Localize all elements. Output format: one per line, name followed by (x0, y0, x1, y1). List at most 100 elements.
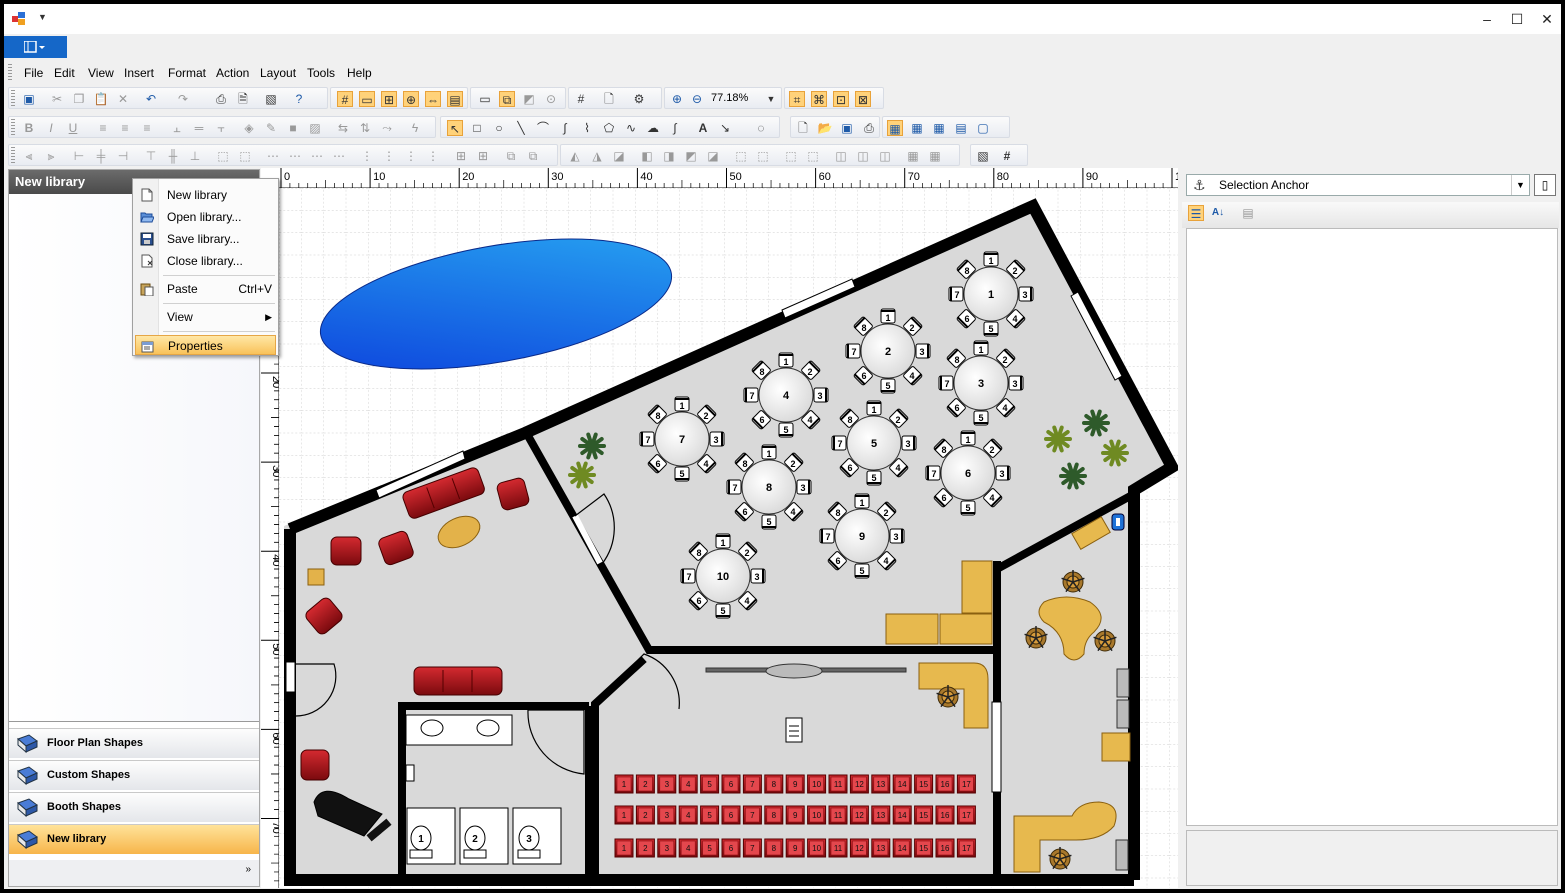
round-table[interactable]: 1 2 3 4 5 6 7 8 4 (743, 352, 829, 438)
menu-layout[interactable]: Layout (260, 66, 296, 80)
ellipse-tool-icon[interactable]: ○ (491, 120, 507, 136)
line-tool-icon[interactable]: ╲ (513, 120, 529, 136)
theater-seat[interactable]: 2 (635, 838, 655, 858)
print-document-icon[interactable]: ⎙ (861, 120, 877, 136)
polyline-tool-icon[interactable]: ⌇ (579, 120, 595, 136)
image-icon[interactable]: ▧ (975, 148, 991, 164)
property-pages-button[interactable]: ▯ (1534, 174, 1556, 196)
resize-fit-icon[interactable]: ⬚ (755, 148, 771, 164)
theater-seat[interactable]: 15 (914, 774, 934, 794)
status-panel-icon[interactable]: ▢ (975, 120, 991, 136)
context-menu-save-library[interactable]: Save library... (135, 229, 276, 249)
text-tool-icon[interactable]: A (695, 120, 711, 136)
context-menu-open-library[interactable]: Open library... (135, 207, 276, 227)
pointer-tool-icon[interactable]: ↖ (447, 120, 463, 136)
context-menu-close-library[interactable]: Close library... (135, 251, 276, 271)
lightning-icon[interactable]: ϟ (407, 120, 423, 136)
application-menu-button[interactable] (4, 36, 67, 58)
theater-seat[interactable]: 2 (635, 774, 655, 794)
save-icon[interactable]: ▣ (21, 91, 37, 107)
edit-points-icon[interactable]: ⌗ (789, 91, 805, 107)
fill-color-icon[interactable]: ◈ (241, 120, 257, 136)
theater-seat[interactable]: 15 (914, 805, 934, 825)
theater-seat[interactable]: 10 (807, 774, 827, 794)
theater-seat[interactable]: 10 (807, 838, 827, 858)
context-menu-view[interactable]: View ▶ (135, 307, 276, 327)
seat-row[interactable]: 1 2 3 4 5 6 7 8 9 10 11 12 13 14 15 16 17 (614, 805, 976, 825)
theater-seat[interactable]: 4 (678, 774, 698, 794)
menu-file[interactable]: File (24, 66, 43, 80)
closed-curve-tool-icon[interactable]: ☁ (645, 120, 661, 136)
bring-front-icon[interactable]: ◧ (639, 148, 655, 164)
align-middle-icon[interactable]: ═ (191, 120, 207, 136)
line-begin-icon[interactable]: ⇆ (335, 120, 351, 136)
arc-tool-icon[interactable]: ⌒ (535, 120, 551, 136)
menu-edit[interactable]: Edit (54, 66, 75, 80)
skew-icon[interactable]: ◮ (589, 148, 605, 164)
intersect-icon[interactable]: ◫ (833, 148, 849, 164)
theater-seat[interactable]: 1 (614, 774, 634, 794)
theater-seat[interactable]: 9 (785, 774, 805, 794)
overview-panel-icon[interactable]: ▦ (909, 120, 925, 136)
space-even-icon[interactable]: ⋯ (287, 148, 303, 164)
theater-seat[interactable]: 9 (785, 805, 805, 825)
rotate-icon[interactable]: ◪ (611, 148, 627, 164)
align-center-v-icon[interactable]: ╫ (165, 148, 181, 164)
theater-seat[interactable]: 16 (935, 774, 955, 794)
toolbar-grip[interactable] (8, 64, 12, 82)
guides-toggle-icon[interactable]: ⊞ (381, 91, 397, 107)
info-marker[interactable] (1111, 513, 1125, 531)
fragment-icon[interactable]: ▦ (905, 148, 921, 164)
side-table[interactable] (307, 568, 325, 586)
sofa[interactable] (413, 666, 503, 696)
theater-seat[interactable]: 9 (785, 838, 805, 858)
round-table[interactable]: 1 2 3 4 5 6 7 8 2 (845, 308, 931, 394)
theater-seat[interactable]: 16 (935, 805, 955, 825)
bezier-tool-icon[interactable]: ∿ (623, 120, 639, 136)
zoom-in-icon[interactable]: ⊕ (669, 91, 685, 107)
rectangle-tool-icon[interactable]: □ (469, 120, 485, 136)
ruler-toggle-icon[interactable]: ▭ (359, 91, 375, 107)
curve-tool-icon[interactable]: ∫ (557, 120, 573, 136)
polygon-tool-icon[interactable]: ⬠ (601, 120, 617, 136)
align-top-icon[interactable]: ⊤ (143, 148, 159, 164)
properties-panel-icon[interactable]: ▤ (953, 120, 969, 136)
same-width-icon[interactable]: ⬚ (215, 148, 231, 164)
toolbar-grip[interactable] (11, 119, 15, 135)
armchair[interactable] (330, 536, 362, 566)
theater-seat[interactable]: 13 (871, 774, 891, 794)
toilet[interactable]: 1 (409, 825, 433, 859)
space-vertical-decrease-icon[interactable]: ⋮ (403, 148, 419, 164)
theater-seat[interactable]: 15 (914, 838, 934, 858)
context-menu-new-library[interactable]: New library (135, 185, 276, 205)
property-grid[interactable] (1186, 228, 1558, 826)
theater-seat[interactable]: 5 (700, 805, 720, 825)
lock-shapes-icon[interactable]: ⊠ (855, 91, 871, 107)
edit-control-points-icon[interactable]: ⌘ (811, 91, 827, 107)
round-table[interactable]: 1 2 3 4 5 6 7 8 5 (831, 400, 917, 486)
library-tab-booth-shapes[interactable]: Booth Shapes (9, 792, 259, 822)
freehand-tool-icon[interactable]: ∫ (667, 120, 683, 136)
chevron-down-icon[interactable]: ▼ (1511, 175, 1529, 195)
center-vertical-icon[interactable]: ⊞ (475, 148, 491, 164)
library-tab-new-library[interactable]: New library (9, 824, 259, 854)
categorized-view-icon[interactable]: ☰ (1188, 205, 1204, 221)
context-menu-paste[interactable]: Paste Ctrl+V (135, 279, 276, 299)
library-overflow-button[interactable]: » (9, 860, 259, 886)
page-setup-icon[interactable]: 🗋 (601, 91, 617, 107)
menu-format[interactable]: Format (168, 66, 206, 80)
settings-gear-icon[interactable]: ⚙ (631, 91, 647, 107)
theater-seat[interactable]: 3 (657, 774, 677, 794)
context-menu-properties[interactable]: Properties (135, 335, 276, 355)
align-center-icon[interactable]: ≡ (117, 120, 133, 136)
edit-group-icon[interactable]: ◩ (521, 91, 537, 107)
theater-seat[interactable]: 12 (849, 805, 869, 825)
library-tab-custom-shapes[interactable]: Custom Shapes (9, 760, 259, 790)
cut-icon[interactable]: ✂ (49, 91, 65, 107)
space-vertical-remove-icon[interactable]: ⋮ (425, 148, 441, 164)
grid-settings-icon[interactable]: # (573, 91, 589, 107)
paste-icon[interactable]: 📋 (93, 91, 109, 107)
send-back-icon[interactable]: ◨ (661, 148, 677, 164)
bring-forward-icon[interactable]: ◩ (683, 148, 699, 164)
shadow-icon[interactable]: ■ (285, 120, 301, 136)
